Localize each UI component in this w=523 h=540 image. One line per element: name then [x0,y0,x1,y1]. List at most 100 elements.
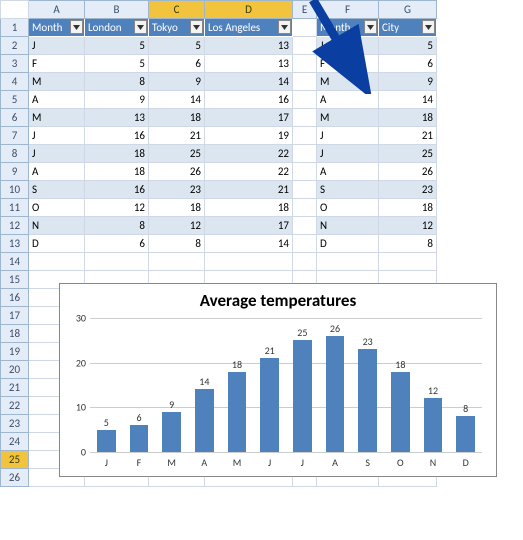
cell-E8[interactable] [293,145,317,163]
cell-E2[interactable] [293,37,317,55]
cell-B9[interactable]: 18 [85,163,149,181]
cell-G14[interactable] [379,253,437,271]
cell-D4[interactable]: 14 [205,73,293,91]
row-header-21[interactable]: 21 [1,379,29,397]
cell-F4[interactable]: M [317,73,379,91]
cell-E9[interactable] [293,163,317,181]
cell-C10[interactable]: 23 [149,181,205,199]
row-header-20[interactable]: 20 [1,361,29,379]
filter-dropdown-icon[interactable] [422,20,435,34]
cell-D7[interactable]: 19 [205,127,293,145]
cell-A3[interactable]: F [29,55,85,73]
row-header-11[interactable]: 11 [1,199,29,217]
col-header-F[interactable]: F [317,1,379,19]
row-header-15[interactable]: 15 [1,271,29,289]
cell-E14[interactable] [293,253,317,271]
col-header-D[interactable]: D [205,1,293,19]
row-header-9[interactable]: 9 [1,163,29,181]
cell-G8[interactable]: 25 [379,145,437,163]
cell-D6[interactable]: 17 [205,109,293,127]
row-header-23[interactable]: 23 [1,415,29,433]
cell-E13[interactable] [293,235,317,253]
row-header-25[interactable]: 25 [1,451,29,469]
cell-E1[interactable] [293,19,317,37]
cell-G1[interactable]: City [379,19,437,37]
cell-F3[interactable]: F [317,55,379,73]
cell-D9[interactable]: 22 [205,163,293,181]
filter-dropdown-icon[interactable] [278,20,291,34]
col-header-E[interactable]: E [293,1,317,19]
cell-E12[interactable] [293,217,317,235]
cell-G5[interactable]: 14 [379,91,437,109]
row-header-24[interactable]: 24 [1,433,29,451]
row-header-18[interactable]: 18 [1,325,29,343]
cell-G10[interactable]: 23 [379,181,437,199]
cell-A9[interactable]: A [29,163,85,181]
cell-E7[interactable] [293,127,317,145]
cell-F7[interactable]: J [317,127,379,145]
cell-F14[interactable] [317,253,379,271]
cell-C13[interactable]: 8 [149,235,205,253]
cell-D10[interactable]: 21 [205,181,293,199]
row-header-16[interactable]: 16 [1,289,29,307]
cell-E5[interactable] [293,91,317,109]
cell-D13[interactable]: 14 [205,235,293,253]
cell-A14[interactable] [29,253,85,271]
cell-A2[interactable]: J [29,37,85,55]
cell-G3[interactable]: 6 [379,55,437,73]
cell-C1[interactable]: Tokyo [149,19,205,37]
filter-dropdown-icon[interactable] [70,20,83,34]
filter-dropdown-icon[interactable] [190,20,203,34]
cell-C6[interactable]: 18 [149,109,205,127]
cell-G2[interactable]: 5 [379,37,437,55]
cell-D2[interactable]: 13 [205,37,293,55]
cell-D11[interactable]: 18 [205,199,293,217]
cell-C3[interactable]: 6 [149,55,205,73]
cell-A13[interactable]: D [29,235,85,253]
cell-B14[interactable] [85,253,149,271]
filter-dropdown-icon[interactable] [364,20,377,34]
row-header-17[interactable]: 17 [1,307,29,325]
chart[interactable]: Average temperatures 01020305J6F9M14A18M… [59,283,497,477]
cell-B4[interactable]: 8 [85,73,149,91]
row-header-19[interactable]: 19 [1,343,29,361]
col-header-C[interactable]: C [149,1,205,19]
cell-F13[interactable]: D [317,235,379,253]
cell-A4[interactable]: M [29,73,85,91]
cell-F10[interactable]: S [317,181,379,199]
cell-C12[interactable]: 12 [149,217,205,235]
cell-D1[interactable]: Los Angeles [205,19,293,37]
cell-G11[interactable]: 18 [379,199,437,217]
cell-G12[interactable]: 12 [379,217,437,235]
cell-E3[interactable] [293,55,317,73]
cell-G6[interactable]: 18 [379,109,437,127]
cell-A1[interactable]: Month [29,19,85,37]
cell-B13[interactable]: 6 [85,235,149,253]
cell-C7[interactable]: 21 [149,127,205,145]
cell-F9[interactable]: A [317,163,379,181]
cell-A8[interactable]: J [29,145,85,163]
cell-E10[interactable] [293,181,317,199]
row-header-6[interactable]: 6 [1,109,29,127]
row-header-22[interactable]: 22 [1,397,29,415]
cell-G13[interactable]: 8 [379,235,437,253]
cell-B1[interactable]: London [85,19,149,37]
cell-D3[interactable]: 13 [205,55,293,73]
cell-D12[interactable]: 17 [205,217,293,235]
row-header-26[interactable]: 26 [1,469,29,487]
col-header-A[interactable]: A [29,1,85,19]
cell-B8[interactable]: 18 [85,145,149,163]
row-header-7[interactable]: 7 [1,127,29,145]
cell-C5[interactable]: 14 [149,91,205,109]
cell-B6[interactable]: 13 [85,109,149,127]
cell-D8[interactable]: 22 [205,145,293,163]
cell-E11[interactable] [293,199,317,217]
cell-A7[interactable]: J [29,127,85,145]
cell-F1[interactable]: Month [317,19,379,37]
row-header-2[interactable]: 2 [1,37,29,55]
cell-G9[interactable]: 26 [379,163,437,181]
cell-D14[interactable] [205,253,293,271]
cell-C14[interactable] [149,253,205,271]
cell-B7[interactable]: 16 [85,127,149,145]
cell-F8[interactable]: J [317,145,379,163]
